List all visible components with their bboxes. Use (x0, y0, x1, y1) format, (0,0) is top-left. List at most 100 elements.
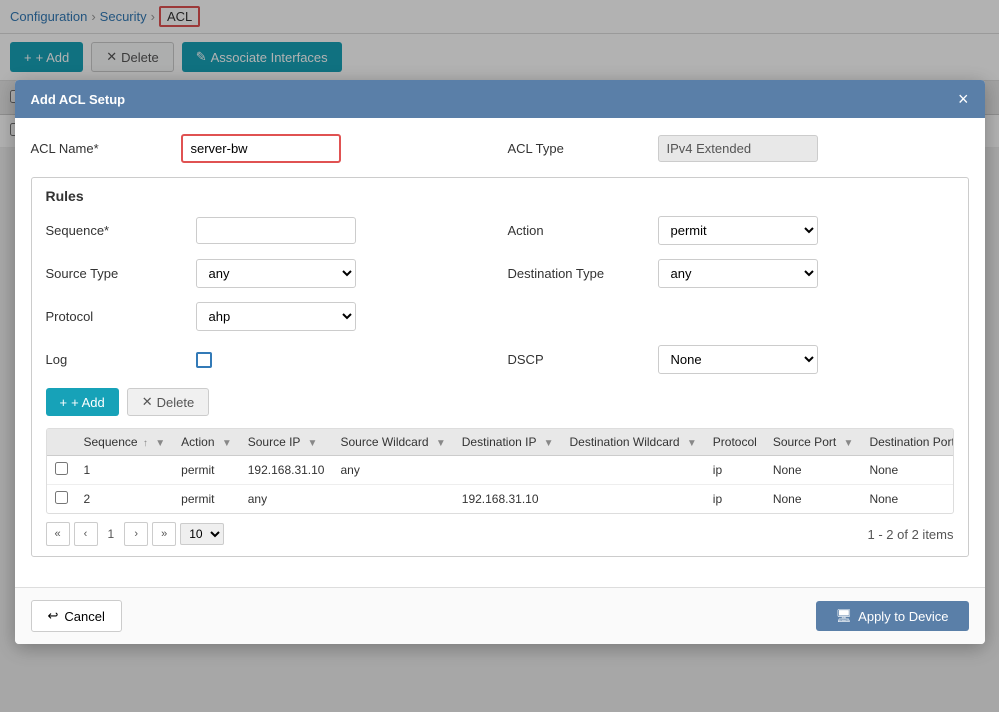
modal-overlay: Add ACL Setup × ACL Name* ACL Type IPv4 … (0, 0, 999, 712)
source-type-group: Source Type any host network (46, 259, 492, 288)
source-type-select[interactable]: any host network (196, 259, 356, 288)
inner-table-container: Sequence ↑ ▼ Action ▼ Source IP ▼ (46, 428, 954, 514)
col-check (47, 429, 76, 456)
rules-title: Rules (46, 188, 954, 204)
inner-dst-ip-1 (454, 456, 562, 485)
acl-type-label: ACL Type (508, 141, 638, 156)
sequence-filter-icon[interactable]: ▼ (155, 438, 165, 449)
apply-icon: 🖥 (836, 608, 853, 624)
protocol-row: Protocol ahp ip tcp udp icmp (46, 302, 954, 331)
modal-footer: ↩ Cancel 🖥 Apply to Device (15, 587, 985, 644)
inner-dst-wild-1 (562, 456, 705, 485)
pag-current-page: 1 (102, 527, 121, 541)
source-wildcard-filter-icon[interactable]: ▼ (436, 438, 446, 449)
acl-type-value: IPv4 Extended (658, 135, 818, 162)
destination-type-select[interactable]: any host network (658, 259, 818, 288)
inner-row-checkbox-2[interactable] (55, 491, 68, 504)
inner-src-ip-2: any (240, 485, 333, 514)
inner-dst-wild-2 (562, 485, 705, 514)
apply-button[interactable]: 🖥 Apply to Device (816, 601, 969, 631)
pag-per-page: 10 25 50 (180, 523, 224, 545)
inner-dst-port-2: None (861, 485, 953, 514)
log-checkbox[interactable] (196, 352, 212, 368)
inner-add-button[interactable]: + + Add (46, 388, 119, 416)
action-label: Action (508, 223, 638, 238)
cancel-button[interactable]: ↩ Cancel (31, 600, 122, 632)
pag-per-page-select[interactable]: 10 25 50 (180, 523, 224, 545)
pag-prev-button[interactable]: ‹ (74, 522, 98, 546)
log-group: Log (46, 352, 492, 368)
col-source-wildcard: Source Wildcard ▼ (332, 429, 453, 456)
inner-add-label: + Add (71, 395, 105, 410)
acl-name-label: ACL Name* (31, 141, 161, 156)
acl-name-group: ACL Name* (31, 134, 492, 163)
destination-type-label: Destination Type (508, 266, 638, 281)
inner-src-wild-2 (332, 485, 453, 514)
pagination: « ‹ 1 › » 10 25 50 1 - 2 of (46, 522, 954, 546)
sequence-action-row: Sequence* Action permit deny (46, 216, 954, 245)
pag-last-button[interactable]: » (152, 522, 176, 546)
acl-name-row: ACL Name* ACL Type IPv4 Extended (31, 134, 969, 163)
dscp-label: DSCP (508, 352, 638, 367)
dscp-select[interactable]: None AF11 AF12 AF13 (658, 345, 818, 374)
acl-name-input[interactable] (181, 134, 341, 163)
inner-dst-ip-2: 192.168.31.10 (454, 485, 562, 514)
cancel-icon: ↩ (48, 608, 59, 624)
cancel-label: Cancel (64, 609, 104, 624)
inner-delete-icon: ✕ (142, 394, 153, 410)
dscp-group: DSCP None AF11 AF12 AF13 (508, 345, 954, 374)
destination-ip-filter-icon[interactable]: ▼ (544, 438, 554, 449)
inner-protocol-2: ip (705, 485, 765, 514)
sequence-label: Sequence* (46, 223, 176, 238)
modal-title: Add ACL Setup (31, 92, 126, 107)
pag-first-button[interactable]: « (46, 522, 70, 546)
inner-src-ip-1: 192.168.31.10 (240, 456, 333, 485)
col-sequence: Sequence ↑ ▼ (76, 429, 174, 456)
col-destination-wildcard: Destination Wildcard ▼ (562, 429, 705, 456)
inner-add-icon: + (60, 395, 68, 410)
inner-toolbar: + + Add ✕ Delete (46, 388, 954, 416)
modal: Add ACL Setup × ACL Name* ACL Type IPv4 … (15, 80, 985, 644)
inner-src-port-2: None (765, 485, 862, 514)
sequence-input[interactable] (196, 217, 356, 244)
rules-section: Rules Sequence* Action permit deny (31, 177, 969, 557)
modal-body: ACL Name* ACL Type IPv4 Extended Rules S… (15, 118, 985, 587)
modal-header: Add ACL Setup × (15, 80, 985, 118)
inner-table: Sequence ↑ ▼ Action ▼ Source IP ▼ (47, 429, 954, 513)
inner-delete-label: Delete (157, 395, 195, 410)
apply-label: Apply to Device (858, 609, 948, 624)
inner-src-port-1: None (765, 456, 862, 485)
protocol-select[interactable]: ahp ip tcp udp icmp (196, 302, 356, 331)
pagination-info: 1 - 2 of 2 items (868, 527, 954, 542)
inner-table-row: 2 permit any 192.168.31.10 ip None None … (47, 485, 954, 514)
col-destination-ip: Destination IP ▼ (454, 429, 562, 456)
log-label: Log (46, 352, 176, 367)
source-dest-row: Source Type any host network Destination… (46, 259, 954, 288)
col-action: Action ▼ (173, 429, 240, 456)
destination-wildcard-filter-icon[interactable]: ▼ (687, 438, 697, 449)
destination-type-group: Destination Type any host network (508, 259, 954, 288)
action-group: Action permit deny (508, 216, 954, 245)
sequence-group: Sequence* (46, 217, 492, 244)
col-destination-port: Destination Port ▼ (861, 429, 953, 456)
inner-src-wild-1: any (332, 456, 453, 485)
action-select[interactable]: permit deny (658, 216, 818, 245)
action-filter-icon[interactable]: ▼ (222, 438, 232, 449)
modal-close-button[interactable]: × (958, 90, 969, 108)
inner-action-2: permit (173, 485, 240, 514)
pag-next-button[interactable]: › (124, 522, 148, 546)
inner-row-checkbox-1[interactable] (55, 462, 68, 475)
source-ip-filter-icon[interactable]: ▼ (308, 438, 318, 449)
protocol-label: Protocol (46, 309, 176, 324)
source-port-filter-icon[interactable]: ▼ (844, 438, 854, 449)
col-source-port: Source Port ▼ (765, 429, 862, 456)
source-type-label: Source Type (46, 266, 176, 281)
pagination-controls: « ‹ 1 › » 10 25 50 (46, 522, 225, 546)
inner-table-row: 1 permit 192.168.31.10 any ip None None … (47, 456, 954, 485)
acl-type-group: ACL Type IPv4 Extended (508, 135, 969, 162)
inner-delete-button[interactable]: ✕ Delete (127, 388, 209, 416)
inner-action-1: permit (173, 456, 240, 485)
protocol-group: Protocol ahp ip tcp udp icmp (46, 302, 492, 331)
inner-seq-2: 2 (76, 485, 174, 514)
inner-seq-1: 1 (76, 456, 174, 485)
